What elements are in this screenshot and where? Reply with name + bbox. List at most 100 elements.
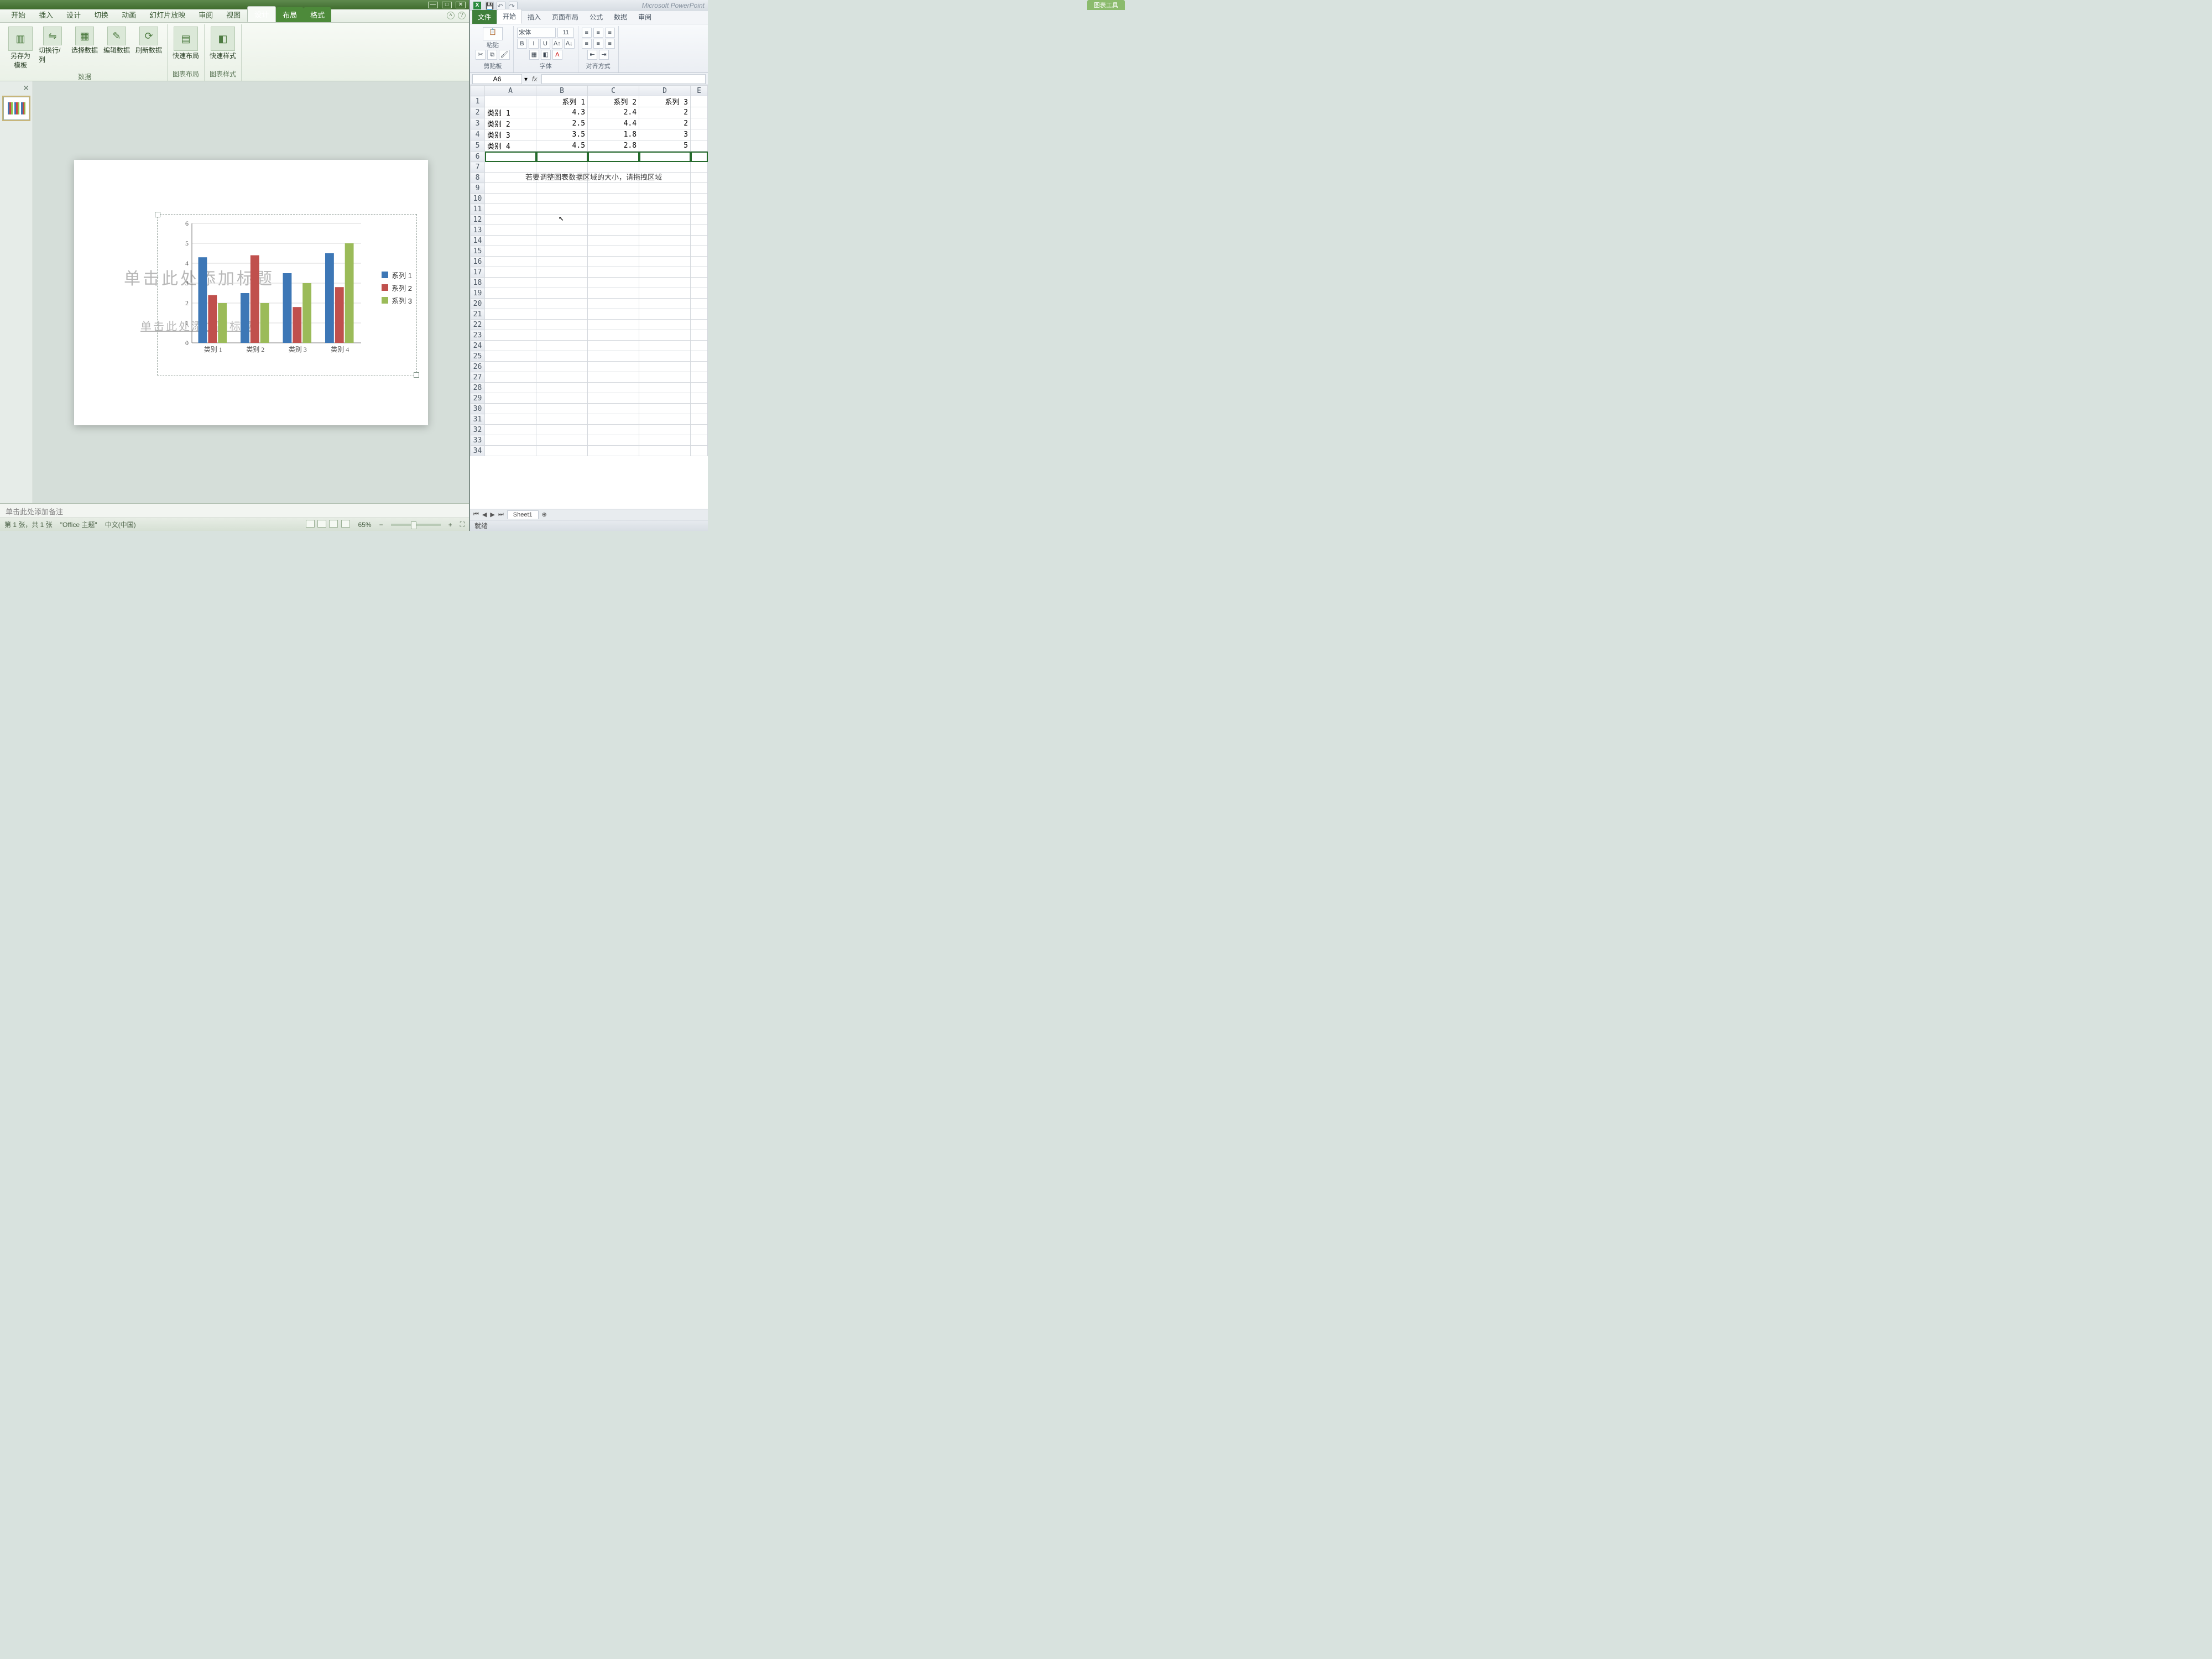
- zoom-slider[interactable]: [391, 524, 441, 526]
- minimize-button[interactable]: —: [428, 2, 438, 8]
- cell-E17[interactable]: [691, 267, 708, 278]
- cell-B14[interactable]: [536, 236, 588, 246]
- cell-C31[interactable]: [588, 414, 639, 425]
- cell-C17[interactable]: [588, 267, 639, 278]
- tab-slideshow[interactable]: 幻灯片放映: [143, 7, 192, 22]
- font-name-combo[interactable]: 宋体: [517, 28, 556, 38]
- edit-data-button[interactable]: ✎ 编辑数据: [102, 25, 132, 71]
- paste-button[interactable]: 📋: [483, 27, 503, 40]
- row-header-9[interactable]: 9: [471, 183, 485, 194]
- cell-A25[interactable]: [485, 351, 536, 362]
- cell-D9[interactable]: [639, 183, 691, 194]
- row-header-31[interactable]: 31: [471, 414, 485, 425]
- cell-B33[interactable]: [536, 435, 588, 446]
- cell-E10[interactable]: [691, 194, 708, 204]
- cell-D17[interactable]: [639, 267, 691, 278]
- cell-C4[interactable]: 1.8: [588, 129, 639, 140]
- cell-B29[interactable]: [536, 393, 588, 404]
- cell-B25[interactable]: [536, 351, 588, 362]
- cell-D20[interactable]: [639, 299, 691, 309]
- row-header-24[interactable]: 24: [471, 341, 485, 351]
- cell-C26[interactable]: [588, 362, 639, 372]
- cell-B7[interactable]: [536, 162, 588, 173]
- cell-A14[interactable]: [485, 236, 536, 246]
- xl-tab-pagelayout[interactable]: 页面布局: [546, 10, 584, 24]
- cell-C3[interactable]: 4.4: [588, 118, 639, 129]
- tab-chart-layout[interactable]: 布局: [276, 7, 304, 22]
- cell-E11[interactable]: [691, 204, 708, 215]
- slide[interactable]: 单击此处添加标题 单击此处添加副标题 0123456类别 1类别 2类别 3类别…: [74, 160, 428, 425]
- cell-D10[interactable]: [639, 194, 691, 204]
- cell-B9[interactable]: [536, 183, 588, 194]
- cell-D26[interactable]: [639, 362, 691, 372]
- row-header-26[interactable]: 26: [471, 362, 485, 372]
- undo-button[interactable]: ↶: [497, 2, 505, 9]
- first-sheet-button[interactable]: ⏮: [473, 511, 479, 518]
- cell-A29[interactable]: [485, 393, 536, 404]
- cell-C15[interactable]: [588, 246, 639, 257]
- cell-E5[interactable]: [691, 140, 708, 152]
- row-header-1[interactable]: 1: [471, 96, 485, 107]
- borders-button[interactable]: ▦: [529, 50, 539, 60]
- save-button[interactable]: 💾: [485, 2, 494, 9]
- cell-C10[interactable]: [588, 194, 639, 204]
- cell-C28[interactable]: [588, 383, 639, 393]
- cell-C20[interactable]: [588, 299, 639, 309]
- italic-button[interactable]: I: [529, 39, 539, 49]
- cell-D28[interactable]: [639, 383, 691, 393]
- cell-A28[interactable]: [485, 383, 536, 393]
- grow-font-button[interactable]: A↑: [552, 39, 562, 49]
- cell-E16[interactable]: [691, 257, 708, 267]
- cell-D1[interactable]: 系列 3: [639, 96, 691, 107]
- chart-object[interactable]: 0123456类别 1类别 2类别 3类别 4 系列 1系列 2系列 3: [157, 214, 417, 375]
- cell-E6[interactable]: [691, 152, 708, 162]
- cell-A27[interactable]: [485, 372, 536, 383]
- cell-B32[interactable]: [536, 425, 588, 435]
- cell-A26[interactable]: [485, 362, 536, 372]
- legend-item[interactable]: 系列 3: [382, 295, 412, 306]
- chart-plot-area[interactable]: 0123456类别 1类别 2类别 3类别 4: [176, 220, 364, 356]
- cell-A21[interactable]: [485, 309, 536, 320]
- cell-B26[interactable]: [536, 362, 588, 372]
- format-painter-button[interactable]: 🖌: [499, 50, 510, 60]
- cell-D6[interactable]: [639, 152, 691, 162]
- cell-E19[interactable]: [691, 288, 708, 299]
- row-header-34[interactable]: 34: [471, 446, 485, 456]
- cell-D16[interactable]: [639, 257, 691, 267]
- xl-tab-file[interactable]: 文件: [472, 10, 497, 24]
- shrink-font-button[interactable]: A↓: [564, 39, 575, 49]
- cell-A6[interactable]: [485, 152, 536, 162]
- cell-A31[interactable]: [485, 414, 536, 425]
- cell-A13[interactable]: [485, 225, 536, 236]
- last-sheet-button[interactable]: ⏭: [498, 511, 504, 518]
- cell-A1[interactable]: [485, 96, 536, 107]
- cell-B13[interactable]: [536, 225, 588, 236]
- cell-C24[interactable]: [588, 341, 639, 351]
- row-header-29[interactable]: 29: [471, 393, 485, 404]
- align-top-button[interactable]: ≡: [582, 28, 592, 38]
- row-header-12[interactable]: 12: [471, 215, 485, 225]
- cell-D3[interactable]: 2: [639, 118, 691, 129]
- cell-D27[interactable]: [639, 372, 691, 383]
- cell-B18[interactable]: [536, 278, 588, 288]
- cell-B28[interactable]: [536, 383, 588, 393]
- cell-C2[interactable]: 2.4: [588, 107, 639, 118]
- slide-thumbnail-1[interactable]: [3, 97, 29, 120]
- align-right-button[interactable]: ≡: [605, 39, 615, 49]
- cell-E23[interactable]: [691, 330, 708, 341]
- slideshow-view-button[interactable]: [341, 520, 350, 528]
- formula-input[interactable]: [541, 74, 706, 84]
- cell-B10[interactable]: [536, 194, 588, 204]
- cell-B27[interactable]: [536, 372, 588, 383]
- cell-A3[interactable]: 类别 2: [485, 118, 536, 129]
- xl-tab-home[interactable]: 开始: [497, 9, 522, 24]
- zoom-in-button[interactable]: +: [448, 521, 452, 529]
- cell-E21[interactable]: [691, 309, 708, 320]
- align-center-button[interactable]: ≡: [593, 39, 603, 49]
- cell-D23[interactable]: [639, 330, 691, 341]
- cell-E14[interactable]: [691, 236, 708, 246]
- cell-A17[interactable]: [485, 267, 536, 278]
- zoom-out-button[interactable]: −: [379, 521, 383, 529]
- cell-E13[interactable]: [691, 225, 708, 236]
- tab-review[interactable]: 审阅: [192, 7, 220, 22]
